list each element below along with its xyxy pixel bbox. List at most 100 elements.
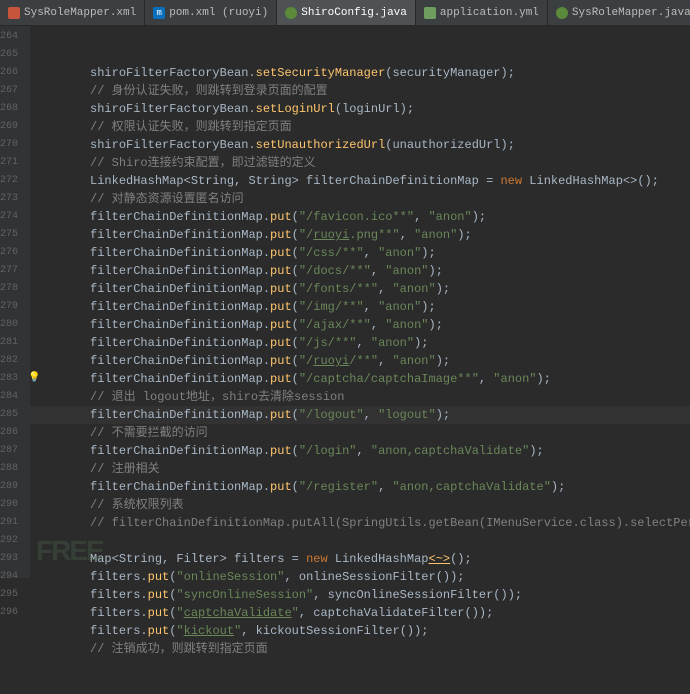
code-line[interactable]: filterChainDefinitionMap.put("/img/**", … xyxy=(30,298,690,316)
token-cls: filters. xyxy=(90,606,148,620)
code-line[interactable]: filters.put("kickout", kickoutSessionFil… xyxy=(30,622,690,640)
token-cls: shiroFilterFactoryBean. xyxy=(90,66,256,80)
code-line[interactable]: shiroFilterFactoryBean.setSecurityManage… xyxy=(30,64,690,82)
token-cls: , xyxy=(479,372,493,386)
token-str: " xyxy=(176,606,183,620)
token-str: "syncOnlineSession" xyxy=(176,588,313,602)
token-str: "/js/**" xyxy=(299,336,357,350)
line-number: 293 xyxy=(0,550,18,568)
line-number: 283 xyxy=(0,370,18,388)
code-line[interactable]: filterChainDefinitionMap.put("/ajax/**",… xyxy=(30,316,690,334)
token-fn: put xyxy=(270,210,292,224)
line-gutter: 2642652662672682692702712722732742752762… xyxy=(0,26,30,578)
code-line[interactable]: // 对静态资源设置匿名访问 xyxy=(30,190,690,208)
tab-2[interactable]: ShiroConfig.java xyxy=(277,0,416,25)
code-line[interactable]: // 退出 logout地址，shiro去清除session xyxy=(30,388,690,406)
token-cls: filterChainDefinitionMap. xyxy=(90,372,270,386)
token-cls: filterChainDefinitionMap. xyxy=(90,246,270,260)
code-line[interactable]: filterChainDefinitionMap.put("/docs/**",… xyxy=(30,262,690,280)
java-icon xyxy=(285,7,297,19)
token-fn: put xyxy=(270,372,292,386)
token-fn: put xyxy=(270,300,292,314)
token-cls: ( xyxy=(292,318,299,332)
token-cls: ( xyxy=(292,444,299,458)
code-line[interactable]: // 系统权限列表 xyxy=(30,496,690,514)
code-line[interactable]: filters.put("captchaValidate", captchaVa… xyxy=(30,604,690,622)
code-line[interactable]: Map<String, Filter> filters = new Linked… xyxy=(30,550,690,568)
code-line[interactable]: shiroFilterFactoryBean.setUnauthorizedUr… xyxy=(30,136,690,154)
code-line[interactable]: filterChainDefinitionMap.put("/ruoyi.png… xyxy=(30,226,690,244)
token-cm: // 身份认证失败，则跳转到登录页面的配置 xyxy=(90,84,328,98)
code-line[interactable]: filterChainDefinitionMap.put("/login", "… xyxy=(30,442,690,460)
token-fn: put xyxy=(270,354,292,368)
code-line[interactable]: // 注销成功，则跳转到指定页面 xyxy=(30,640,690,658)
code-line[interactable]: filters.put("syncOnlineSession", syncOnl… xyxy=(30,586,690,604)
token-str: /**" xyxy=(349,354,378,368)
token-cls: filters. xyxy=(90,570,148,584)
code-line[interactable] xyxy=(30,532,690,550)
token-str: "anon" xyxy=(392,282,435,296)
tab-0[interactable]: SysRoleMapper.xml xyxy=(0,0,145,25)
token-cls: ); xyxy=(421,246,435,260)
code-line[interactable]: // Shiro连接约束配置，即过滤链的定义 xyxy=(30,154,690,172)
token-cls: ); xyxy=(551,480,565,494)
token-cls: ( xyxy=(292,336,299,350)
code-area[interactable]: shiroFilterFactoryBean.setSecurityManage… xyxy=(30,26,690,578)
line-number: 286 xyxy=(0,424,18,442)
code-line[interactable]: filterChainDefinitionMap.put("/js/**", "… xyxy=(30,334,690,352)
token-cm: // 注册相关 xyxy=(90,462,160,476)
token-cm: // 权限认证失败，则跳转到指定页面 xyxy=(90,120,292,134)
token-lnk: captchaValidate xyxy=(184,606,292,620)
token-cls: ( xyxy=(292,372,299,386)
token-fn: put xyxy=(148,606,170,620)
line-number: 270 xyxy=(0,136,18,154)
token-cls: , xyxy=(400,228,414,242)
token-cls: ); xyxy=(429,264,443,278)
token-cls: LinkedHashMap xyxy=(335,552,429,566)
line-number: 282 xyxy=(0,352,18,370)
code-line[interactable]: filterChainDefinitionMap.put("/register"… xyxy=(30,478,690,496)
tab-1[interactable]: mpom.xml (ruoyi) xyxy=(145,0,277,25)
code-line[interactable]: // 权限认证失败，则跳转到指定页面 xyxy=(30,118,690,136)
code-line[interactable]: // 不需要拦截的访问 xyxy=(30,424,690,442)
line-number: 291 xyxy=(0,514,18,532)
token-str: "anon" xyxy=(414,228,457,242)
token-cls: ); xyxy=(457,228,471,242)
token-fn: put xyxy=(270,336,292,350)
code-line[interactable]: filterChainDefinitionMap.put("/ruoyi/**"… xyxy=(30,352,690,370)
token-cls: , xyxy=(356,444,370,458)
code-line[interactable]: filterChainDefinitionMap.put("/fonts/**"… xyxy=(30,280,690,298)
yml-icon xyxy=(424,7,436,19)
line-number: 272 xyxy=(0,172,18,190)
line-number: 296 xyxy=(0,604,18,622)
token-fn: put xyxy=(270,444,292,458)
code-line[interactable]: // filterChainDefinitionMap.putAll(Sprin… xyxy=(30,514,690,532)
code-line[interactable]: filterChainDefinitionMap.put("/favicon.i… xyxy=(30,208,690,226)
token-cls: ( xyxy=(292,246,299,260)
editor-area: 2642652662672682692702712722732742752762… xyxy=(0,26,690,578)
line-number: 267 xyxy=(0,82,18,100)
token-lnk: ruoyi xyxy=(313,228,349,242)
token-str: "onlineSession" xyxy=(176,570,284,584)
code-line[interactable]: filters.put("onlineSession", onlineSessi… xyxy=(30,568,690,586)
token-fn: put xyxy=(270,246,292,260)
token-fn: setUnauthorizedUrl xyxy=(256,138,386,152)
code-line[interactable]: filterChainDefinitionMap.put("/captcha/c… xyxy=(30,370,690,388)
token-str: "/docs/**" xyxy=(299,264,371,278)
line-number: 292 xyxy=(0,532,18,550)
token-str: .png**" xyxy=(349,228,399,242)
tab-3[interactable]: application.yml xyxy=(416,0,548,25)
code-line[interactable]: filterChainDefinitionMap.put("/css/**", … xyxy=(30,244,690,262)
token-str: "anon" xyxy=(493,372,536,386)
token-cls: ); xyxy=(429,318,443,332)
code-line[interactable]: filterChainDefinitionMap.put("/logout", … xyxy=(30,406,690,424)
tab-4[interactable]: SysRoleMapper.java xyxy=(548,0,690,25)
token-cls: ( xyxy=(292,354,299,368)
code-line[interactable]: LinkedHashMap<String, String> filterChai… xyxy=(30,172,690,190)
java-icon xyxy=(556,7,568,19)
line-number: 265 xyxy=(0,46,18,64)
code-line[interactable]: shiroFilterFactoryBean.setLoginUrl(login… xyxy=(30,100,690,118)
token-cls: , xyxy=(356,336,370,350)
code-line[interactable]: // 身份认证失败，则跳转到登录页面的配置 xyxy=(30,82,690,100)
code-line[interactable]: // 注册相关 xyxy=(30,460,690,478)
